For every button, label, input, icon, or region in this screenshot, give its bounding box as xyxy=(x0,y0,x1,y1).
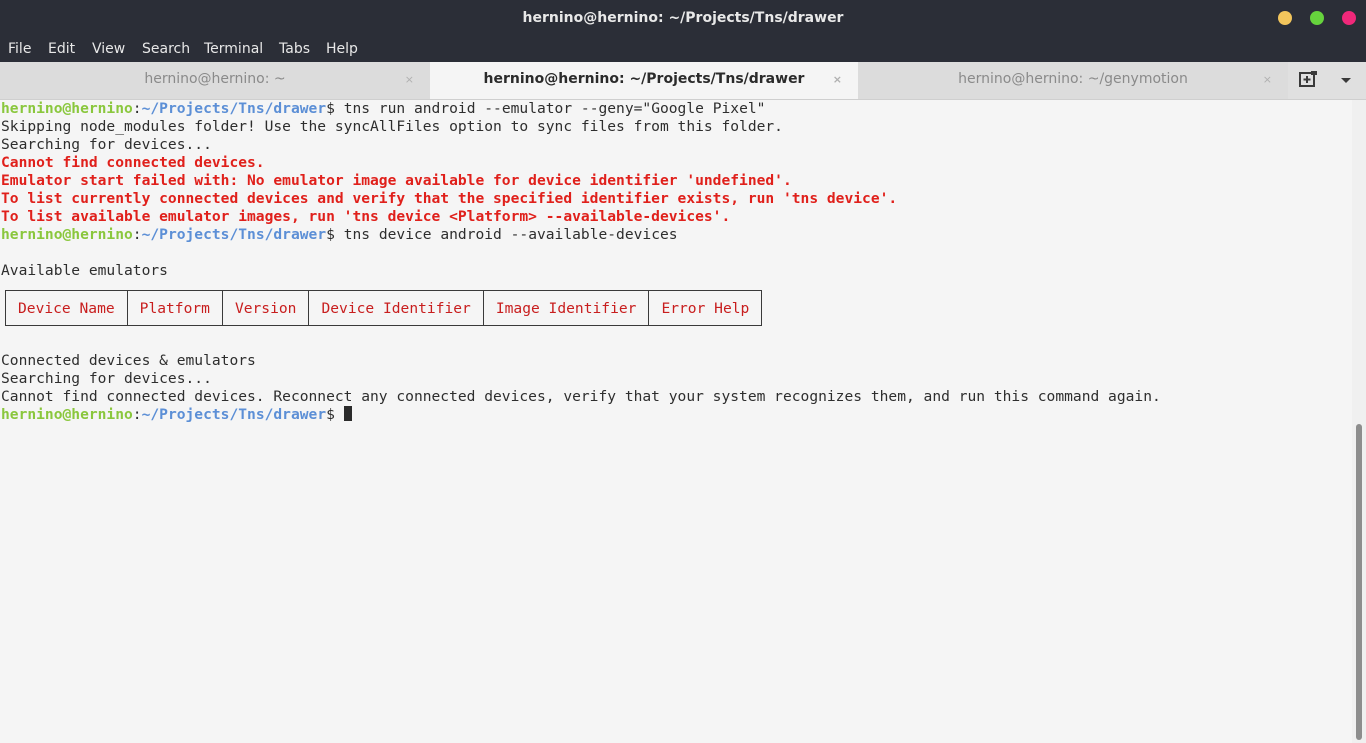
maximize-button[interactable] xyxy=(1310,11,1324,25)
table-header: Device Identifier xyxy=(308,290,484,326)
terminal-line: Available emulators xyxy=(1,262,168,279)
close-button[interactable] xyxy=(1342,11,1356,25)
prompt-path: ~/Projects/Tns/drawer xyxy=(141,100,327,117)
emulator-table: Device Name Platform Version Device Iden… xyxy=(5,290,763,326)
table-header-row: Device Name Platform Version Device Iden… xyxy=(5,290,763,326)
tab-bar: hernino@hernino: ~ × hernino@hernino: ~/… xyxy=(0,62,1366,100)
prompt-separator: : xyxy=(132,226,142,243)
command-text: tns device android --available-devices xyxy=(343,226,678,243)
error-line: Emulator start failed with: No emulator … xyxy=(1,172,792,189)
prompt-user: hernino@hernino xyxy=(1,100,133,117)
minimize-button[interactable] xyxy=(1278,11,1292,25)
menu-bar: File Edit View Search Terminal Tabs Help xyxy=(0,36,1366,62)
terminal-line: hernino@hernino:~/Projects/Tns/drawer$ t… xyxy=(1,226,678,244)
tab-label: hernino@hernino: ~/genymotion xyxy=(958,71,1188,87)
scrollbar-thumb[interactable] xyxy=(1356,424,1362,740)
prompt-separator: : xyxy=(132,406,142,423)
menu-help[interactable]: Help xyxy=(326,36,358,62)
menu-tabs[interactable]: Tabs xyxy=(279,36,310,62)
terminal-window: hernino@hernino: ~/Projects/Tns/drawer F… xyxy=(0,0,1366,743)
table-header: Platform xyxy=(126,290,223,326)
command-text: tns run android --emulator --geny="Googl… xyxy=(343,100,766,117)
error-line: To list currently connected devices and … xyxy=(1,190,898,207)
text-cursor xyxy=(343,406,352,421)
menu-file[interactable]: File xyxy=(8,36,31,62)
prompt-path: ~/Projects/Tns/drawer xyxy=(141,406,327,423)
terminal-line: Connected devices & emulators xyxy=(1,352,256,369)
menu-terminal[interactable]: Terminal xyxy=(204,36,263,62)
table-header: Image Identifier xyxy=(482,290,650,326)
tab-genymotion[interactable]: hernino@hernino: ~/genymotion × xyxy=(858,62,1288,99)
tab-home[interactable]: hernino@hernino: ~ × xyxy=(0,62,430,99)
chevron-down-icon[interactable] xyxy=(1336,70,1356,90)
terminal-line: Skipping node_modules folder! Use the sy… xyxy=(1,118,783,135)
terminal-line: Searching for devices... xyxy=(1,370,212,387)
terminal-line: Cannot find connected devices. Reconnect… xyxy=(1,388,1161,405)
error-line: Cannot find connected devices. xyxy=(1,154,265,171)
new-tab-icon[interactable] xyxy=(1296,70,1320,90)
prompt-symbol: $ xyxy=(326,406,344,423)
terminal-output[interactable]: hernino@hernino:~/Projects/Tns/drawer$ t… xyxy=(0,100,1352,743)
window-title: hernino@hernino: ~/Projects/Tns/drawer xyxy=(522,10,844,26)
prompt-user: hernino@hernino xyxy=(1,406,133,423)
tab-close-icon[interactable]: × xyxy=(833,62,842,97)
title-bar[interactable]: hernino@hernino: ~/Projects/Tns/drawer xyxy=(0,0,1366,36)
scrollbar[interactable] xyxy=(1352,100,1366,743)
menu-search[interactable]: Search xyxy=(142,36,190,62)
terminal-line: Searching for devices... xyxy=(1,136,212,153)
menu-edit[interactable]: Edit xyxy=(48,36,75,62)
table-header: Version xyxy=(221,290,310,326)
menu-view[interactable]: View xyxy=(92,36,125,62)
tab-close-icon[interactable]: × xyxy=(1263,62,1272,97)
table-header: Device Name xyxy=(5,290,128,326)
tab-label: hernino@hernino: ~/Projects/Tns/drawer xyxy=(483,71,805,87)
prompt-separator: : xyxy=(132,100,142,117)
prompt-symbol: $ xyxy=(326,226,344,243)
terminal-line: hernino@hernino:~/Projects/Tns/drawer$ t… xyxy=(1,100,765,118)
error-line: To list available emulator images, run '… xyxy=(1,208,731,225)
terminal-line: hernino@hernino:~/Projects/Tns/drawer$ xyxy=(1,406,352,424)
tab-label: hernino@hernino: ~ xyxy=(144,71,286,87)
prompt-symbol: $ xyxy=(326,100,344,117)
tab-close-icon[interactable]: × xyxy=(405,62,414,97)
tab-drawer[interactable]: hernino@hernino: ~/Projects/Tns/drawer × xyxy=(430,62,858,99)
prompt-path: ~/Projects/Tns/drawer xyxy=(141,226,327,243)
table-header: Error Help xyxy=(648,290,763,326)
prompt-user: hernino@hernino xyxy=(1,226,133,243)
